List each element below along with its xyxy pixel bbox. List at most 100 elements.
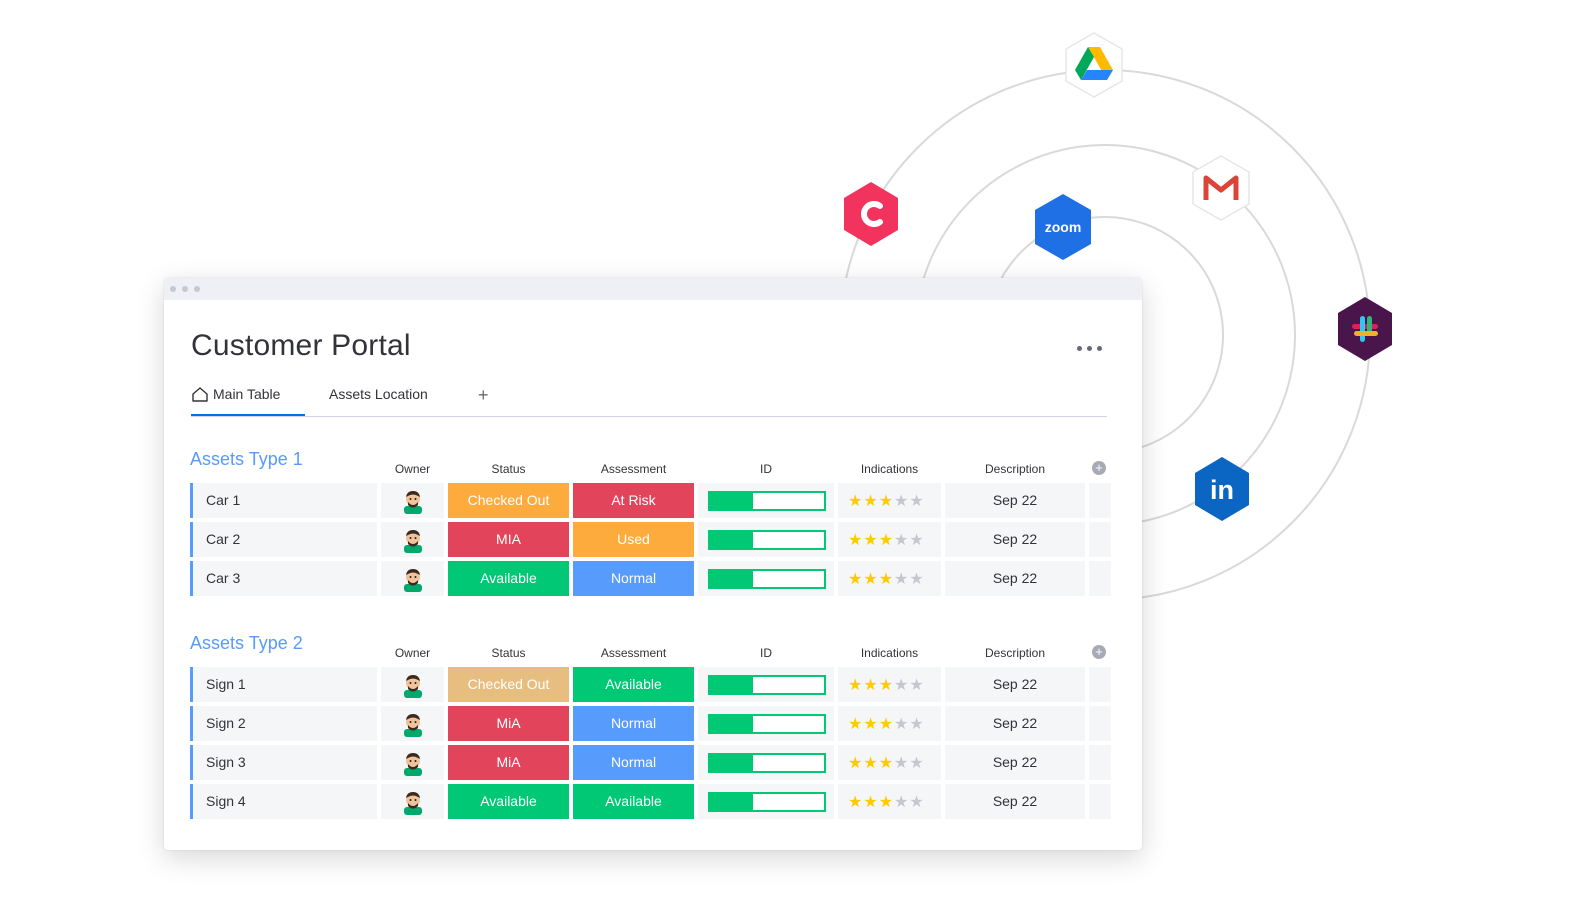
status-label[interactable]: MiA [448, 706, 569, 741]
id-cell [698, 522, 834, 557]
zoom-icon: zoom [1035, 194, 1091, 260]
star-icon[interactable]: ★ [894, 491, 908, 511]
col-description-header: Description [984, 646, 1046, 660]
item-name[interactable]: Car 2 [190, 522, 377, 557]
star-icon[interactable]: ★ [848, 491, 862, 511]
star-icon[interactable]: ★ [863, 491, 877, 511]
row-end-cell [1089, 784, 1111, 819]
star-icon[interactable]: ★ [863, 714, 877, 734]
star-icon[interactable]: ★ [879, 792, 893, 812]
assessment-label[interactable]: Normal [573, 706, 694, 741]
star-icon[interactable]: ★ [879, 530, 893, 550]
star-icon[interactable]: ★ [909, 491, 923, 511]
description-cell[interactable]: Sep 22 [945, 745, 1085, 780]
owner-cell[interactable] [381, 667, 444, 702]
status-label[interactable]: MiA [448, 745, 569, 780]
assessment-label[interactable]: Normal [573, 745, 694, 780]
star-icon[interactable]: ★ [879, 569, 893, 589]
star-icon[interactable]: ★ [894, 714, 908, 734]
owner-cell[interactable] [381, 784, 444, 819]
star-icon[interactable]: ★ [848, 753, 862, 773]
add-column-button[interactable]: + [1092, 461, 1106, 475]
star-icon[interactable]: ★ [848, 792, 862, 812]
status-label[interactable]: Checked Out [448, 483, 569, 518]
owner-cell[interactable] [381, 522, 444, 557]
progress-bar [708, 753, 826, 773]
avatar [403, 713, 422, 737]
id-cell [698, 784, 834, 819]
item-name[interactable]: Car 3 [190, 561, 377, 596]
star-icon[interactable]: ★ [909, 569, 923, 589]
page-title: Customer Portal [191, 329, 411, 362]
description-cell[interactable]: Sep 22 [945, 667, 1085, 702]
tab-main-table[interactable]: Main Table [191, 382, 305, 416]
assessment-label[interactable]: Available [573, 667, 694, 702]
assessment-label[interactable]: Normal [573, 561, 694, 596]
window-dot [194, 286, 200, 292]
star-icon[interactable]: ★ [879, 714, 893, 734]
star-icon[interactable]: ★ [909, 675, 923, 695]
star-icon[interactable]: ★ [848, 530, 862, 550]
star-icon[interactable]: ★ [863, 753, 877, 773]
avatar [403, 529, 422, 553]
star-icon[interactable]: ★ [894, 675, 908, 695]
col-assessment-header: Assessment [600, 646, 667, 660]
linkedin-icon: in [1195, 457, 1249, 521]
tab-assets-location[interactable]: Assets Location [329, 382, 428, 414]
star-icon[interactable]: ★ [894, 569, 908, 589]
rating-stars: ★ ★ ★ ★ ★ [838, 522, 941, 557]
col-owner-header: Owner [394, 646, 431, 660]
item-name[interactable]: Sign 1 [190, 667, 377, 702]
item-name[interactable]: Sign 4 [190, 784, 377, 819]
star-icon[interactable]: ★ [863, 792, 877, 812]
status-label[interactable]: Checked Out [448, 667, 569, 702]
progress-bar [708, 491, 826, 511]
rating-stars: ★ ★ ★ ★ ★ [838, 667, 941, 702]
star-icon[interactable]: ★ [863, 530, 877, 550]
owner-cell[interactable] [381, 483, 444, 518]
more-options-button[interactable] [1072, 338, 1106, 358]
star-icon[interactable]: ★ [863, 569, 877, 589]
star-icon[interactable]: ★ [909, 753, 923, 773]
description-cell[interactable]: Sep 22 [945, 784, 1085, 819]
description-cell[interactable]: Sep 22 [945, 483, 1085, 518]
board-tabs: Main Table Assets Location + [191, 382, 1107, 417]
group-title[interactable]: Assets Type 2 [190, 633, 303, 654]
add-column-button[interactable]: + [1092, 645, 1106, 659]
owner-cell[interactable] [381, 706, 444, 741]
star-icon[interactable]: ★ [894, 792, 908, 812]
description-cell[interactable]: Sep 22 [945, 706, 1085, 741]
item-name[interactable]: Sign 3 [190, 745, 377, 780]
status-label[interactable]: Available [448, 784, 569, 819]
star-icon[interactable]: ★ [909, 714, 923, 734]
item-name[interactable]: Sign 2 [190, 706, 377, 741]
owner-cell[interactable] [381, 745, 444, 780]
description-cell[interactable]: Sep 22 [945, 561, 1085, 596]
item-name[interactable]: Car 1 [190, 483, 377, 518]
assessment-label[interactable]: Used [573, 522, 694, 557]
star-icon[interactable]: ★ [848, 675, 862, 695]
progress-fill [710, 755, 753, 771]
progress-fill [710, 493, 753, 509]
status-label[interactable]: MIA [448, 522, 569, 557]
assessment-label[interactable]: Available [573, 784, 694, 819]
add-view-button[interactable]: + [478, 382, 489, 408]
avatar [403, 490, 422, 514]
star-icon[interactable]: ★ [879, 675, 893, 695]
progress-bar [708, 675, 826, 695]
assessment-label[interactable]: At Risk [573, 483, 694, 518]
status-label[interactable]: Available [448, 561, 569, 596]
star-icon[interactable]: ★ [848, 714, 862, 734]
star-icon[interactable]: ★ [894, 530, 908, 550]
star-icon[interactable]: ★ [909, 530, 923, 550]
star-icon[interactable]: ★ [909, 792, 923, 812]
star-icon[interactable]: ★ [894, 753, 908, 773]
star-icon[interactable]: ★ [879, 491, 893, 511]
description-cell[interactable]: Sep 22 [945, 522, 1085, 557]
group-title[interactable]: Assets Type 1 [190, 449, 303, 470]
caffeine-app-icon [844, 182, 898, 246]
star-icon[interactable]: ★ [848, 569, 862, 589]
owner-cell[interactable] [381, 561, 444, 596]
star-icon[interactable]: ★ [879, 753, 893, 773]
star-icon[interactable]: ★ [863, 675, 877, 695]
